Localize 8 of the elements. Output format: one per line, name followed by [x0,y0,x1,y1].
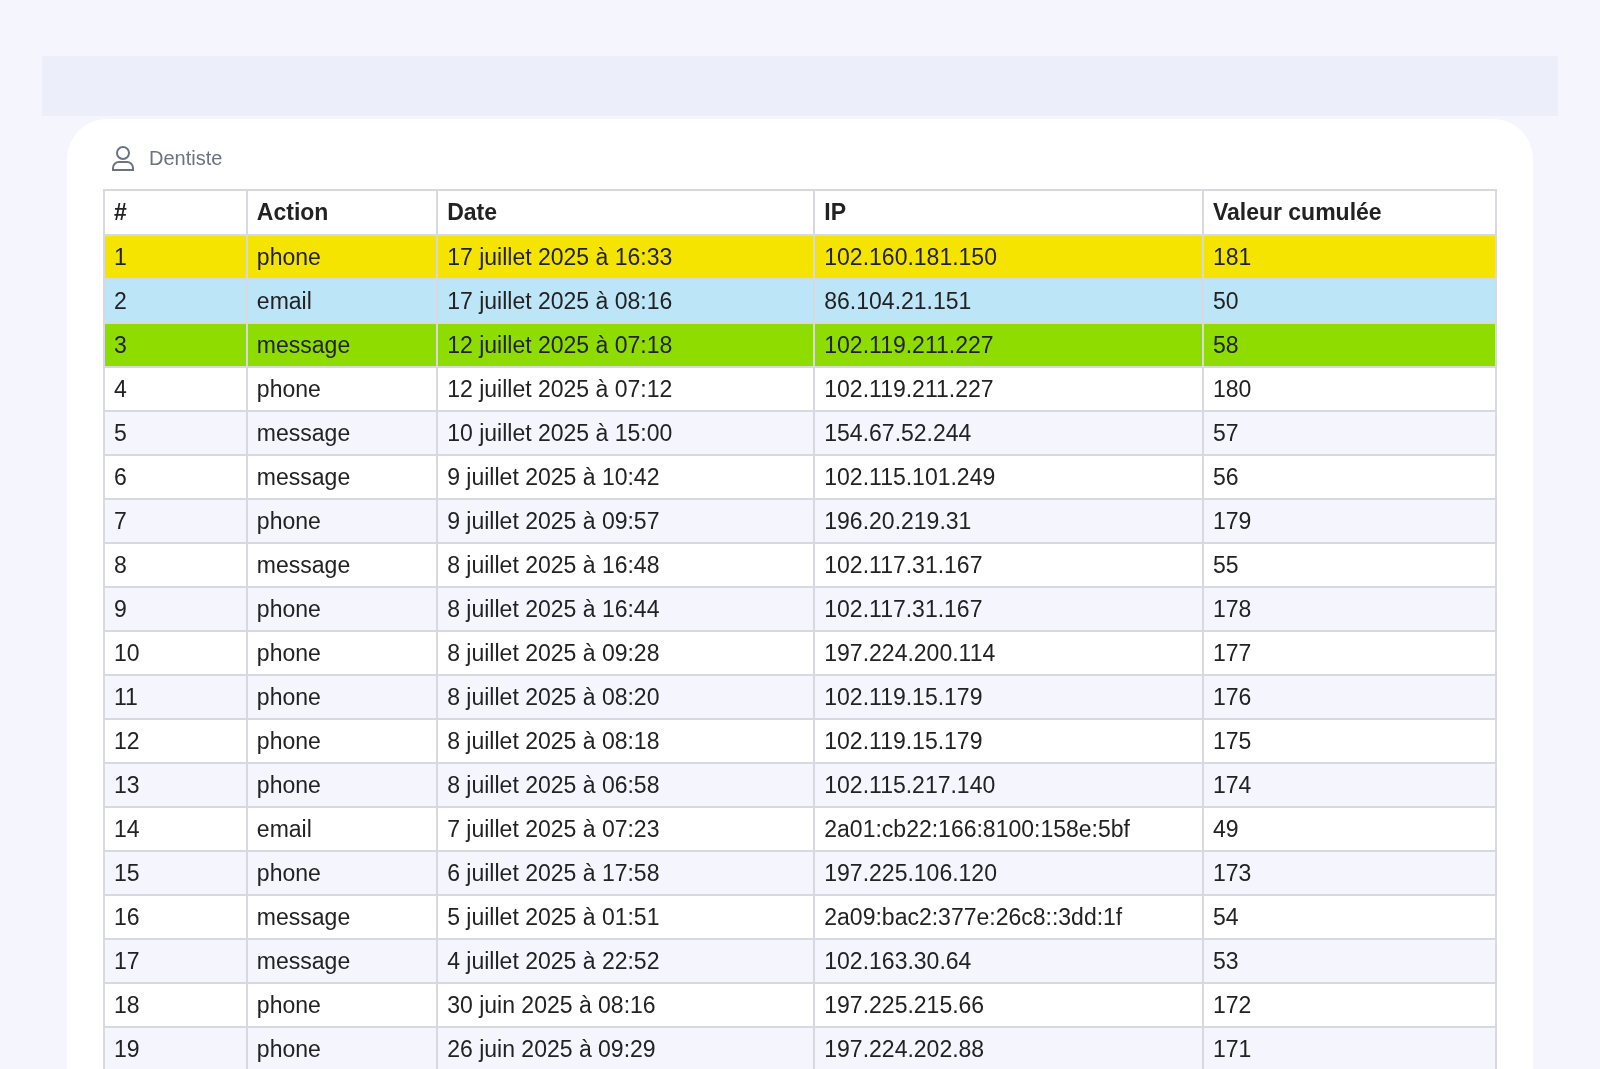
card-title: Dentiste [149,146,223,171]
column-header: # [104,190,247,235]
column-header: IP [814,190,1203,235]
column-header: Date [437,190,815,235]
column-header: Action [246,190,438,235]
column-header: Valeur cumulée [1202,190,1496,235]
table-cell: 19 [104,1027,247,1069]
user-icon [111,145,135,171]
